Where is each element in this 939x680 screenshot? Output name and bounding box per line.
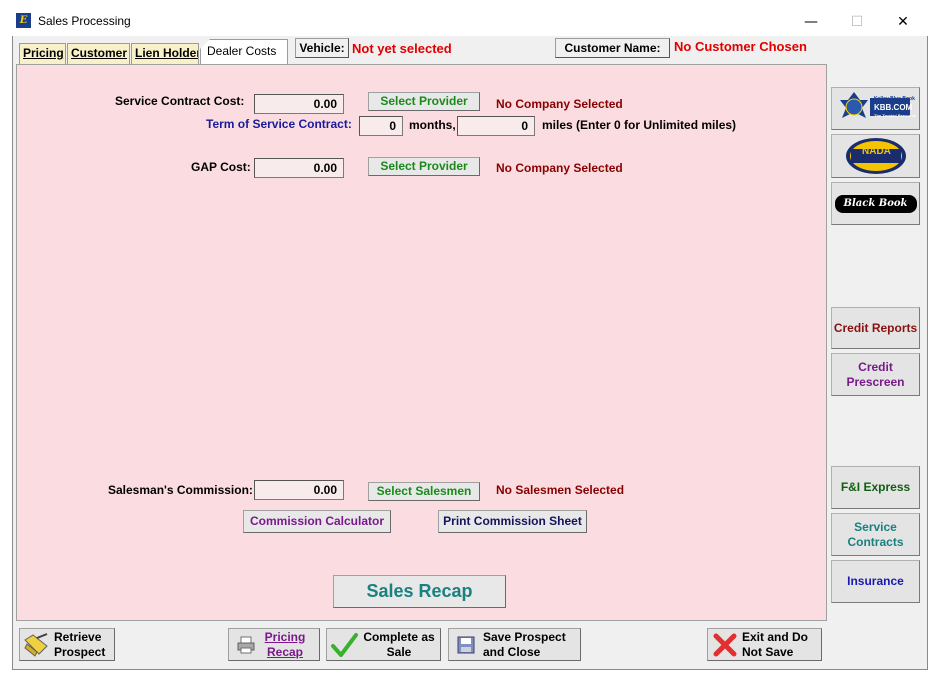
save-close-label: Save Prospect and Close [483, 629, 566, 659]
close-button[interactable]: ✕ [880, 8, 926, 36]
term-miles-field[interactable]: 0 [457, 116, 535, 136]
credit-reports-button[interactable]: Credit Reports [831, 307, 920, 349]
commission-calculator-button[interactable]: Commission Calculator [243, 510, 391, 533]
folder-search-icon [20, 630, 54, 660]
tab-lien-holder-label: Lien Holder [135, 46, 199, 60]
select-salesmen-button[interactable]: Select Salesmen [368, 482, 480, 501]
vehicle-button[interactable]: Vehicle: [295, 38, 349, 58]
tab-customer-label: Customer [71, 46, 128, 60]
service-contract-cost-field[interactable]: 0.00 [254, 94, 344, 114]
service-company-status: No Company Selected [496, 97, 623, 111]
save-close-button[interactable]: Save Prospect and Close [448, 628, 581, 661]
app-icon: E [16, 13, 31, 28]
retrieve-prospect-label: Retrieve Prospect [54, 629, 106, 659]
pricing-recap-button[interactable]: Pricing Recap [228, 628, 320, 661]
customer-name-button[interactable]: Customer Name: [555, 38, 670, 58]
kbb-tag-text: The Trusted Resource [874, 113, 917, 118]
commission-label: Salesman's Commission: [108, 483, 253, 497]
black-book-logo: Black Book [834, 194, 917, 213]
pricing-recap-label: Pricing Recap [264, 629, 306, 659]
gap-cost-label: GAP Cost: [191, 160, 251, 174]
tab-dealer-costs-label: Dealer Costs [207, 44, 277, 58]
vehicle-value: Not yet selected [352, 41, 452, 56]
tab-pricing-label: Pricing [23, 46, 64, 60]
kbb-button[interactable]: Kelley Blue Book KBB.COM The Trusted Res… [831, 87, 920, 130]
tab-lien-holder[interactable]: Lien Holder [131, 43, 199, 64]
print-commission-sheet-button[interactable]: Print Commission Sheet [438, 510, 587, 533]
nada-logo-text: NADA [862, 146, 891, 157]
checkmark-icon [327, 630, 361, 660]
kbb-small-text: Kelley Blue Book [874, 96, 915, 102]
salesmen-status: No Salesmen Selected [496, 483, 625, 497]
window-title: Sales Processing [38, 14, 131, 28]
gap-cost-field[interactable]: 0.00 [254, 158, 344, 178]
fi-express-button[interactable]: F&I Express [831, 466, 920, 509]
red-x-icon [708, 630, 742, 660]
kbb-logo-text: KBB.COM [874, 103, 913, 112]
dealer-costs-panel [16, 64, 827, 621]
months-label: months, [409, 118, 456, 132]
sales-recap-button[interactable]: Sales Recap [333, 575, 506, 608]
exit-no-save-label: Exit and Do Not Save [742, 629, 809, 659]
credit-prescreen-button[interactable]: Credit Prescreen [831, 353, 920, 396]
exit-no-save-button[interactable]: Exit and Do Not Save [707, 628, 822, 661]
term-months-field[interactable]: 0 [359, 116, 403, 136]
maximize-button[interactable]: ☐ [834, 8, 880, 36]
tab-dealer-costs[interactable]: Dealer Costs [200, 39, 288, 65]
select-provider-gap-button[interactable]: Select Provider [368, 157, 480, 176]
complete-sale-button[interactable]: Complete as Sale [326, 628, 441, 661]
printer-icon [229, 630, 263, 660]
commission-field[interactable]: 0.00 [254, 480, 344, 500]
retrieve-prospect-button[interactable]: Retrieve Prospect [19, 628, 115, 661]
service-contracts-button[interactable]: Service Contracts [831, 513, 920, 556]
select-provider-service-button[interactable]: Select Provider [368, 92, 480, 111]
complete-sale-label: Complete as Sale [363, 629, 435, 659]
save-disk-icon [449, 630, 483, 660]
nada-button[interactable]: NADA [831, 134, 920, 178]
tab-pricing[interactable]: Pricing [19, 43, 66, 64]
service-contract-label: Service Contract Cost: [115, 94, 245, 108]
minimize-button[interactable]: — [788, 8, 834, 36]
insurance-button[interactable]: Insurance [831, 560, 920, 603]
miles-label: miles (Enter 0 for Unlimited miles) [542, 118, 737, 132]
customer-name-value: No Customer Chosen [674, 39, 807, 54]
term-label: Term of Service Contract: [206, 117, 352, 131]
tab-customer[interactable]: Customer [67, 43, 130, 64]
black-book-button[interactable]: Black Book [831, 182, 920, 225]
gap-company-status: No Company Selected [496, 161, 623, 175]
